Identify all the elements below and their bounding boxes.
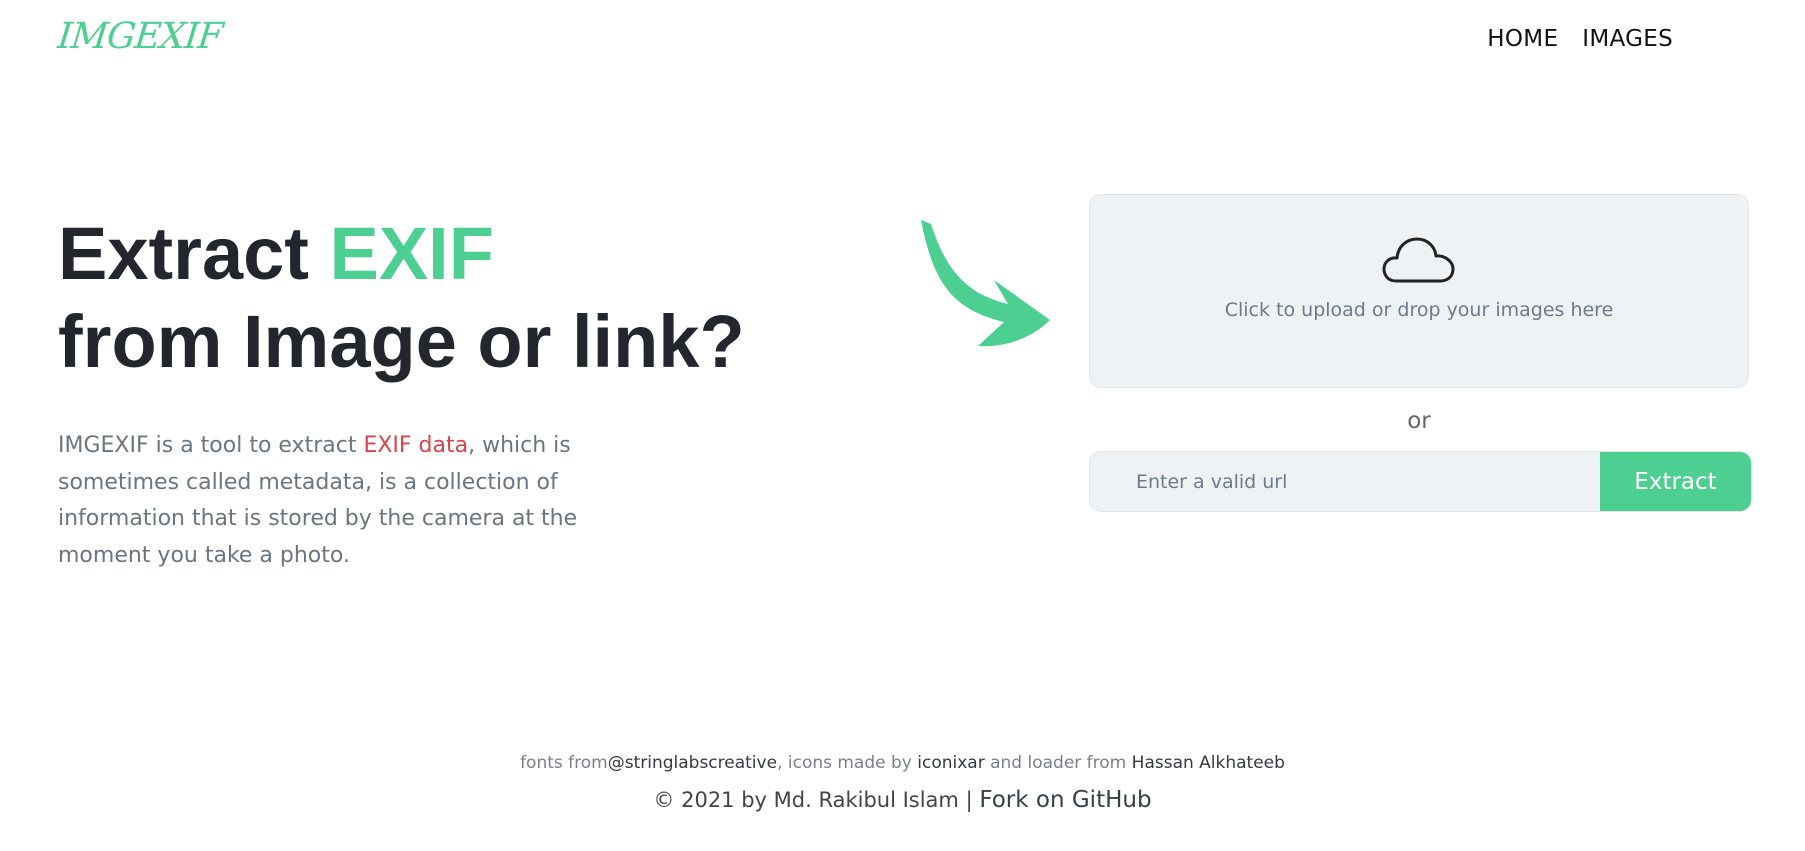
credits-loader-text: and loader from: [984, 753, 1132, 773]
logo[interactable]: IMGEXIF: [56, 16, 224, 57]
copyright: © 2021 by Md. Rakibul Islam | Fork on Gi…: [0, 787, 1805, 813]
title-part2: from Image or link?: [58, 300, 745, 383]
upload-dropzone[interactable]: Click to upload or drop your images here: [1089, 194, 1749, 388]
cloud-upload-icon: [1382, 237, 1455, 283]
url-input[interactable]: [1090, 452, 1600, 511]
credits-fonts-text: fonts from: [520, 753, 608, 773]
exif-data-link[interactable]: EXIF data: [363, 433, 468, 458]
fonts-link[interactable]: @stringlabscreative: [608, 753, 777, 773]
credits-icons-text: , icons made by: [777, 753, 918, 773]
main-nav: HOME IMAGES: [1487, 26, 1673, 52]
credits: fonts from@stringlabscreative, icons mad…: [0, 753, 1805, 773]
extract-button[interactable]: Extract: [1600, 452, 1751, 511]
nav-home[interactable]: HOME: [1487, 26, 1558, 52]
upload-hint: Click to upload or drop your images here: [1224, 299, 1614, 321]
loader-link[interactable]: Hassan Alkhateeb: [1132, 753, 1285, 773]
hero-description: IMGEXIF is a tool to extract EXIF data, …: [58, 428, 578, 574]
url-form: Extract: [1089, 451, 1752, 512]
curved-arrow-icon: [921, 220, 1050, 347]
title-part1: Extract: [58, 212, 330, 295]
hero-title: Extract EXIF from Image or link?: [58, 210, 745, 386]
icons-link[interactable]: iconixar: [917, 753, 984, 773]
footer-separator: |: [958, 788, 980, 812]
or-divider: or: [1407, 408, 1431, 434]
nav-images[interactable]: IMAGES: [1582, 26, 1673, 52]
title-accent: EXIF: [329, 212, 494, 295]
desc-before: IMGEXIF is a tool to extract: [58, 433, 364, 458]
copyright-text: © 2021 by Md. Rakibul Islam: [653, 788, 959, 812]
fork-github-link[interactable]: Fork on GitHub: [979, 787, 1151, 813]
